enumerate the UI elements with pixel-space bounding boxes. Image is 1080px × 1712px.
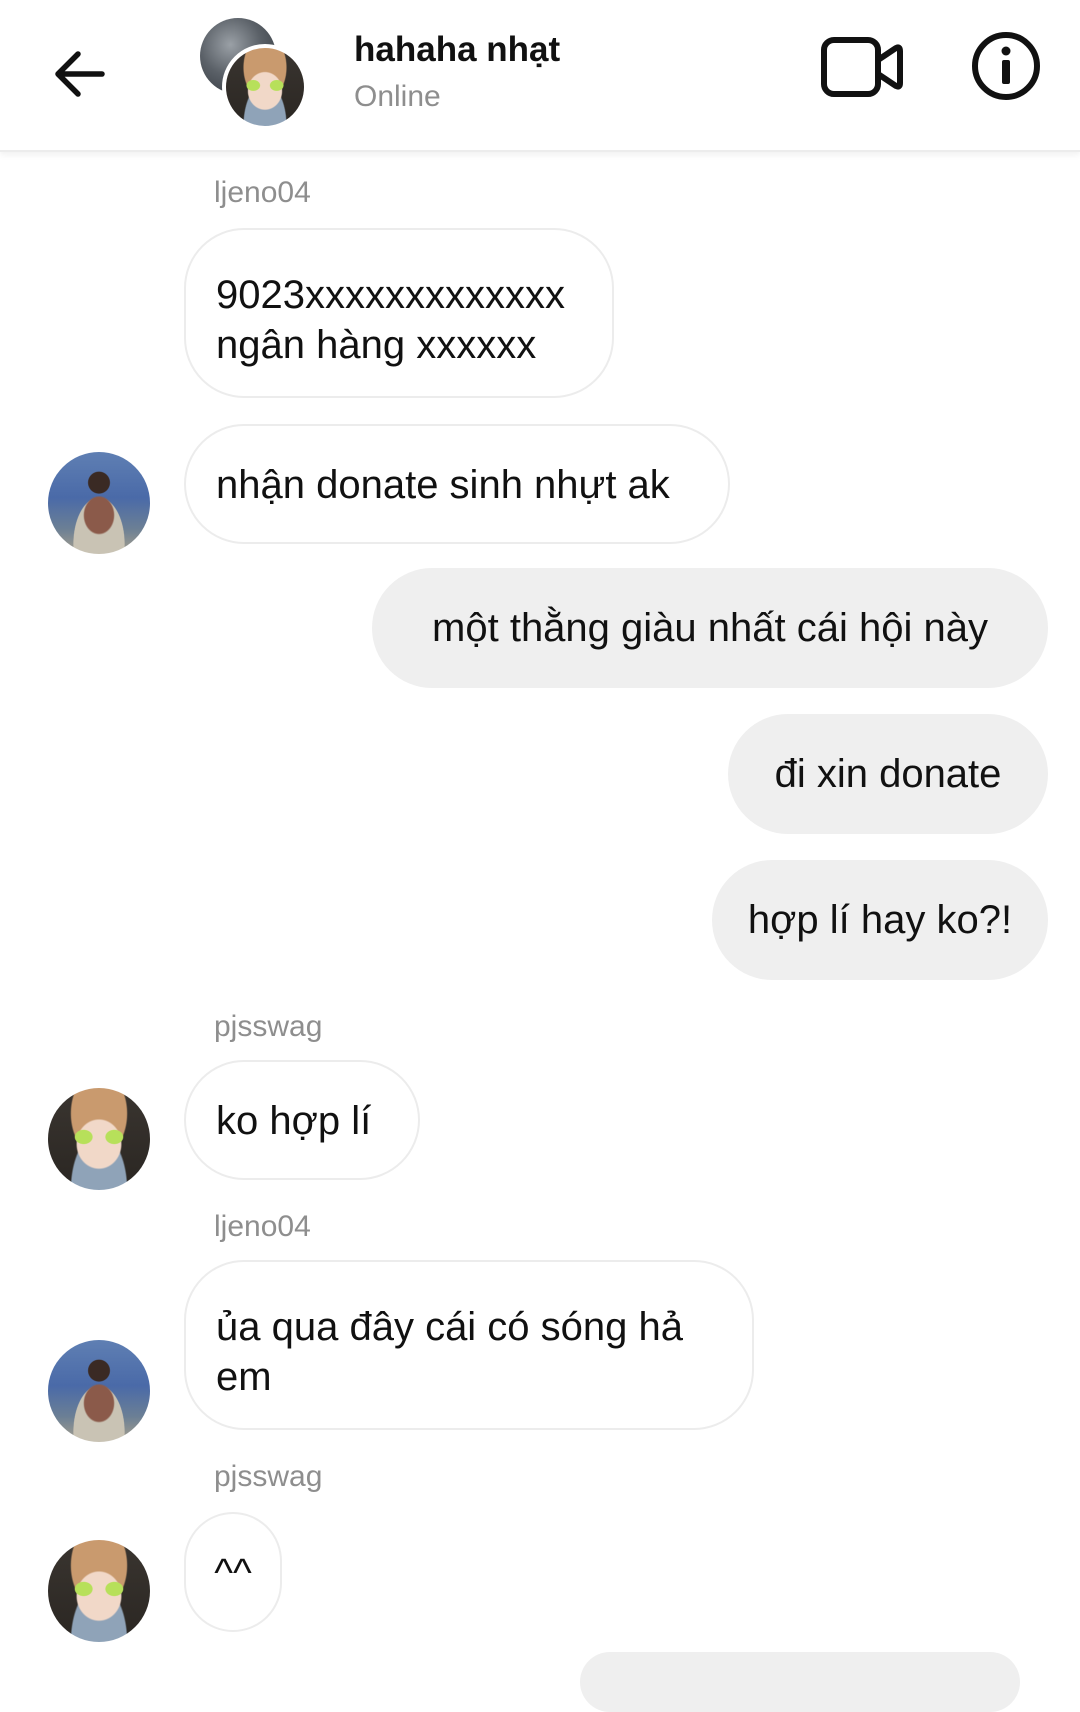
group-avatar-front-photo (222, 44, 308, 130)
conversation-title[interactable]: hahaha nhạt (354, 30, 560, 70)
sender-name: pjsswag (214, 1460, 323, 1493)
avatar[interactable] (48, 1340, 150, 1442)
avatar[interactable] (48, 1540, 150, 1642)
incoming-message-bubble[interactable]: 9023xxxxxxxxxxxxx ngân hàng xxxxxx (184, 228, 614, 398)
incoming-message-bubble[interactable]: ko hợp lí (184, 1060, 420, 1180)
group-avatar[interactable] (200, 18, 308, 130)
online-status: Online (354, 80, 441, 113)
message-text: ^^ (214, 1551, 252, 1595)
message-text: hợp lí hay ko?! (747, 898, 1013, 942)
message-text: em (216, 1355, 272, 1399)
message-text: đi xin donate (774, 752, 1002, 796)
message-text: nhận donate sinh nhựt ak (216, 463, 670, 507)
sender-name: pjsswag (214, 1010, 323, 1043)
incoming-message-bubble[interactable]: ủa qua đây cái có sóng hả em (184, 1260, 754, 1430)
avatar[interactable] (48, 452, 150, 554)
incoming-message-bubble[interactable]: nhận donate sinh nhựt ak (184, 424, 730, 544)
message-text: ủa qua đây cái có sóng hả (216, 1305, 684, 1349)
outgoing-message-bubble[interactable]: đi xin donate (728, 714, 1048, 834)
avatar[interactable] (48, 1088, 150, 1190)
back-arrow-icon[interactable] (48, 42, 112, 106)
message-text: 9023xxxxxxxxxxxxx (216, 273, 565, 317)
outgoing-message-bubble[interactable]: một thằng giàu nhất cái hội này (372, 568, 1048, 688)
video-camera-icon[interactable] (820, 34, 904, 100)
message-text: ko hợp lí (216, 1099, 372, 1143)
sender-name: ljeno04 (214, 1210, 311, 1243)
outgoing-message-bubble[interactable]: hợp lí hay ko?! (712, 860, 1048, 980)
chat-header: hahaha nhạt Online (0, 0, 1080, 152)
info-icon[interactable] (970, 30, 1042, 102)
incoming-message-bubble[interactable]: ^^ (184, 1512, 282, 1632)
outgoing-message-bubble-partial[interactable] (580, 1652, 1020, 1712)
message-text: ngân hàng xxxxxx (216, 323, 537, 367)
message-text: một thằng giàu nhất cái hội này (432, 606, 988, 650)
sender-name: ljeno04 (214, 176, 311, 209)
